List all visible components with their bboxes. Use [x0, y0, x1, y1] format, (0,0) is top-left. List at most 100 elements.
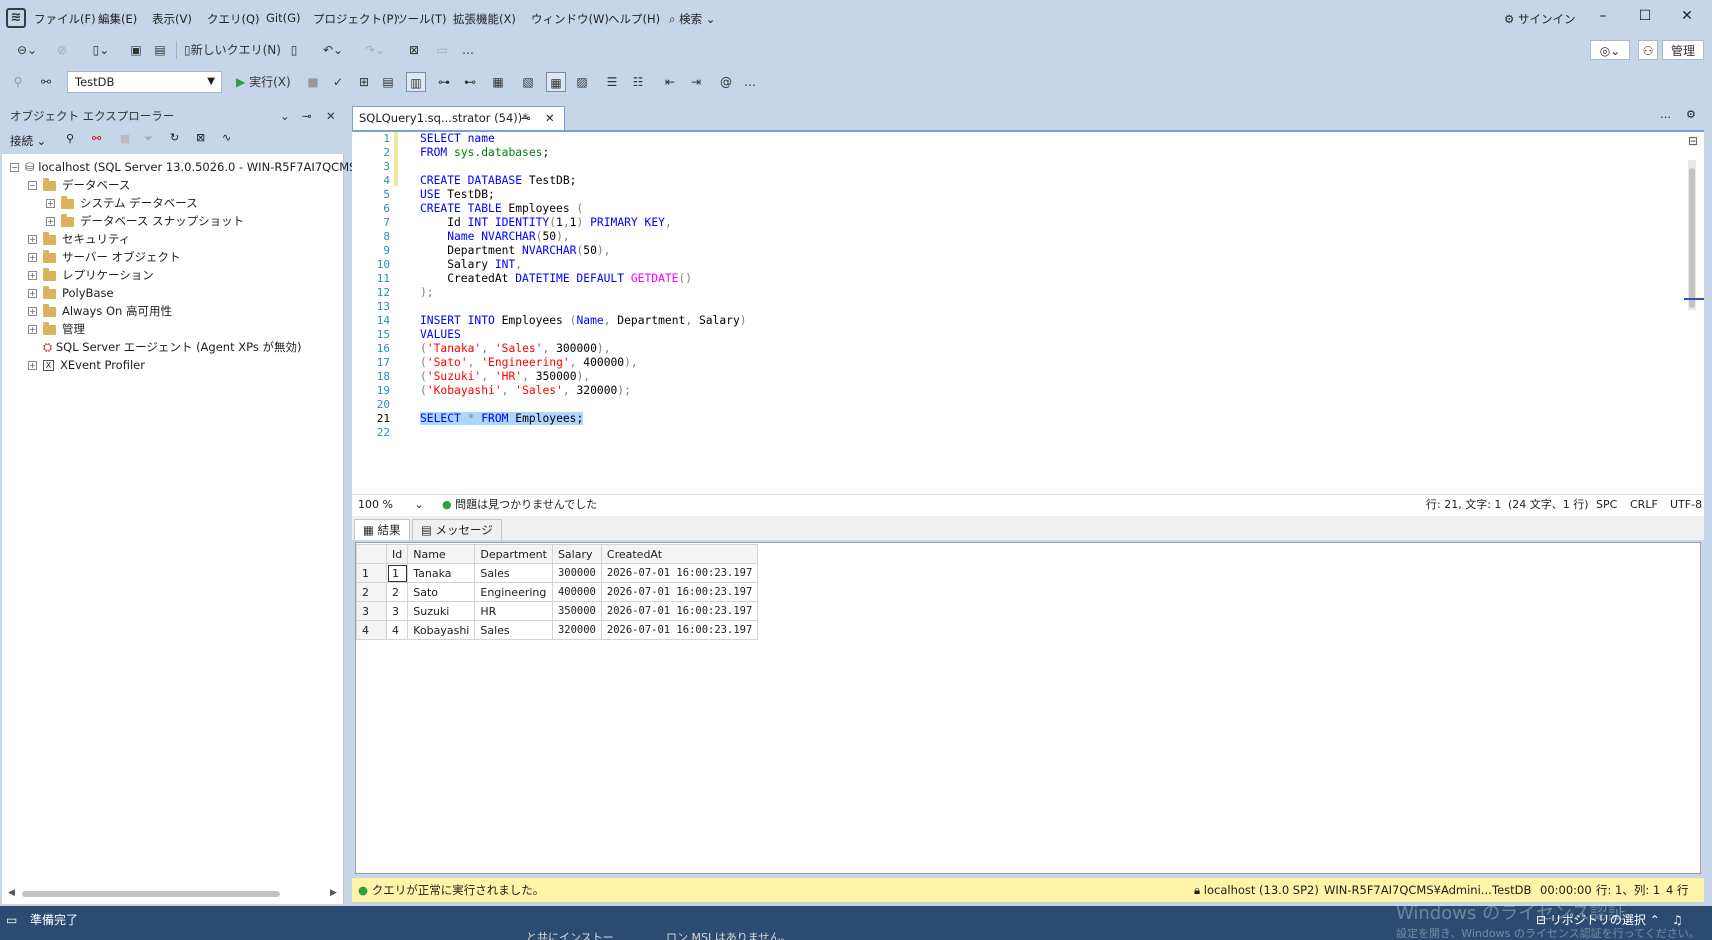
tree-node-management[interactable]: + 管理: [28, 320, 85, 338]
close-window-button[interactable]: ✕: [1672, 8, 1702, 28]
sql-editor[interactable]: 1 2 3 4 5 6 7 8 9 10 11 12 13 14 15 16 17 18 19 20 21 22 ⊟ SE…: [352, 130, 1704, 494]
scroll-left-icon[interactable]: ◀: [8, 888, 15, 898]
undo-icon[interactable]: ↶⌄: [316, 40, 350, 60]
cell-createdat[interactable]: 2026-07-01 16:00:23.197: [600, 620, 759, 640]
scroll-right-icon[interactable]: ▶: [330, 888, 337, 898]
results-to-grid-icon[interactable]: ▦: [546, 72, 566, 92]
corner-cell[interactable]: [356, 544, 387, 564]
cell-createdat[interactable]: 2026-07-01 16:00:23.197: [600, 601, 759, 621]
row-header[interactable]: 4: [356, 620, 387, 640]
cell-createdat[interactable]: 2026-07-01 16:00:23.197: [600, 582, 759, 602]
scrollbar-thumb[interactable]: [1689, 168, 1695, 308]
cell-salary[interactable]: 300000: [551, 563, 602, 583]
tree-node-alwayson[interactable]: + Always On 高可用性: [28, 302, 172, 320]
column-header-id[interactable]: Id: [385, 544, 409, 564]
back-icon[interactable]: ⊖⌄: [10, 40, 44, 60]
cell-department[interactable]: Engineering: [474, 582, 553, 602]
comment-icon[interactable]: ☰: [604, 72, 620, 92]
close-tab-icon[interactable]: ✕: [545, 107, 555, 129]
increase-indent-icon[interactable]: ⇥: [688, 72, 704, 92]
save-icon[interactable]: ▣: [128, 40, 144, 60]
results-to-file-icon[interactable]: ▨: [574, 72, 590, 92]
pin-icon[interactable]: ⊸: [302, 104, 312, 128]
cell-department[interactable]: Sales: [474, 563, 553, 583]
menu-git[interactable]: Git(G): [266, 11, 301, 25]
chat-icon[interactable]: ▭: [6, 906, 17, 934]
expand-icon[interactable]: +: [28, 289, 37, 298]
menu-help[interactable]: ヘルプ(H): [608, 11, 660, 27]
tree-node-replication[interactable]: + レプリケーション: [28, 266, 154, 284]
cell-name[interactable]: Suzuki: [407, 601, 476, 621]
tab-results[interactable]: ▦ 結果: [354, 519, 410, 540]
row-header[interactable]: 3: [356, 601, 387, 621]
tree-node-xevent[interactable]: + X XEvent Profiler: [28, 356, 145, 374]
table-row[interactable]: 1 1 Tanaka Sales 300000 2026-07-01 16:00…: [356, 563, 759, 583]
parse-check-icon[interactable]: ✓: [330, 72, 346, 92]
results-to-text-icon[interactable]: ▧: [520, 72, 536, 92]
row-header[interactable]: 1: [356, 563, 387, 583]
menu-view[interactable]: 表示(V): [152, 11, 192, 27]
menu-extensions[interactable]: 拡張機能(X): [453, 11, 516, 27]
more-icon[interactable]: …: [742, 72, 758, 92]
menu-window[interactable]: ウィンドウ(W): [531, 11, 609, 27]
live-stats-icon[interactable]: ⊷: [462, 72, 478, 92]
scrollbar-thumb[interactable]: [22, 891, 280, 897]
connect-dropdown[interactable]: 接続 ⌄: [10, 133, 46, 149]
table-row[interactable]: 4 4 Kobayashi Sales 320000 2026-07-01 16…: [356, 620, 759, 640]
chevron-down-icon[interactable]: ⌄: [280, 104, 290, 128]
tree-node-security[interactable]: + セキュリティ: [28, 230, 130, 248]
refresh-icon[interactable]: ↻: [170, 131, 179, 144]
horizontal-scrollbar[interactable]: ◀ ▶: [8, 888, 338, 900]
expand-icon[interactable]: +: [28, 271, 37, 280]
display-plan-icon[interactable]: ⊞: [356, 72, 372, 92]
expand-icon[interactable]: +: [28, 325, 37, 334]
plug-icon[interactable]: ⚲: [66, 132, 74, 145]
zoom-select[interactable]: 100 % ⌄: [358, 495, 424, 515]
menu-query[interactable]: クエリ(Q): [207, 11, 260, 27]
table-row[interactable]: 2 2 Sato Engineering 400000 2026-07-01 1…: [356, 582, 759, 602]
cell-salary[interactable]: 400000: [551, 582, 602, 602]
screenshot-icon[interactable]: ⊠: [406, 40, 422, 60]
column-header-department[interactable]: Department: [474, 544, 553, 564]
expand-icon[interactable]: +: [28, 253, 37, 262]
pin-icon[interactable]: ⊸: [521, 107, 531, 129]
signin-button[interactable]: ⚙ サインイン: [1504, 11, 1575, 27]
column-header-createdat[interactable]: CreatedAt: [600, 544, 759, 564]
bell-icon[interactable]: ♫: [1672, 906, 1683, 934]
stop-icon[interactable]: ■: [120, 132, 130, 145]
menu-file[interactable]: ファイル(F): [34, 11, 96, 27]
template-params-icon[interactable]: @: [718, 72, 734, 92]
expand-icon[interactable]: +: [28, 361, 37, 370]
cell-id[interactable]: 2: [385, 582, 409, 602]
search-menu[interactable]: ⌕ 検索 ⌄: [669, 11, 715, 27]
collapse-icon[interactable]: −: [28, 181, 37, 190]
tree-node-agent[interactable]: ⛭ SQL Server エージェント (Agent XPs が無効): [43, 338, 302, 356]
indent-mode[interactable]: SPC: [1596, 495, 1617, 515]
cell-name[interactable]: Sato: [407, 582, 476, 602]
line-ending[interactable]: CRLF: [1630, 495, 1658, 515]
client-stats-icon[interactable]: ▦: [490, 72, 506, 92]
new-file-icon[interactable]: ▯⌄: [84, 40, 118, 60]
share-icon[interactable]: ⚇: [1638, 40, 1658, 60]
disconnect-icon[interactable]: ⚯: [92, 132, 101, 145]
tab-sqlquery1[interactable]: SQLQuery1.sq...strator (54))* ⊸ ✕: [352, 106, 565, 130]
expand-icon[interactable]: +: [46, 199, 55, 208]
open-icon[interactable]: ▯: [286, 40, 302, 60]
connect-icon[interactable]: ⚲: [10, 72, 26, 92]
repo-select[interactable]: ⊟ リポジトリの選択 ⌃: [1536, 906, 1660, 934]
stop-icon[interactable]: ■: [306, 72, 320, 92]
cell-salary[interactable]: 320000: [551, 620, 602, 640]
more-icon[interactable]: …: [460, 40, 476, 60]
table-row[interactable]: 3 3 Suzuki HR 350000 2026-07-01 16:00:23…: [356, 601, 759, 621]
admin-button[interactable]: 管理: [1662, 40, 1704, 60]
encoding[interactable]: UTF-8: [1670, 495, 1702, 515]
cell-name[interactable]: Tanaka: [407, 563, 476, 583]
row-header[interactable]: 2: [356, 582, 387, 602]
close-icon[interactable]: ✕: [326, 104, 336, 128]
uncomment-icon[interactable]: ☷: [630, 72, 646, 92]
save-all-icon[interactable]: ▤: [152, 40, 168, 60]
gear-icon[interactable]: ⚙: [1686, 108, 1696, 121]
filter-icon[interactable]: ⏷: [144, 132, 153, 146]
split-icon[interactable]: ⊟: [1688, 134, 1698, 148]
minimize-button[interactable]: –: [1588, 8, 1618, 28]
